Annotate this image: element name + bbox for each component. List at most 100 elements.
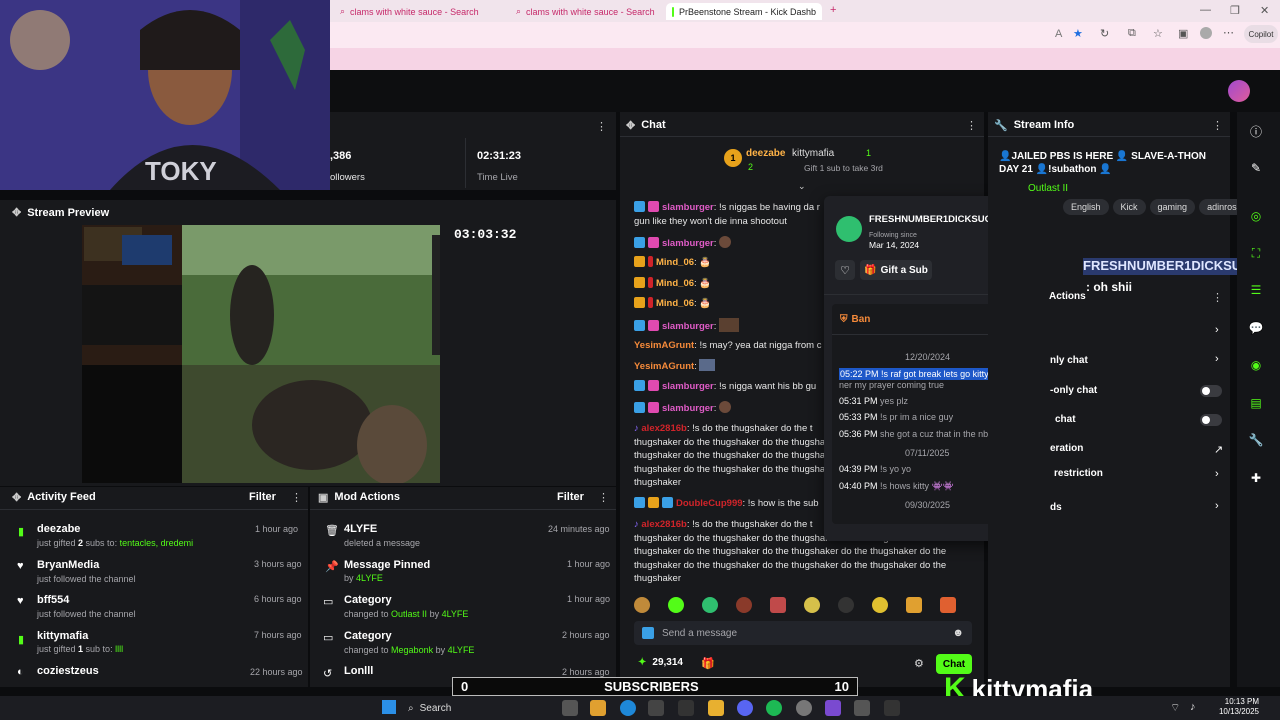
emote-icon[interactable] xyxy=(804,597,820,613)
close-window-button[interactable]: ✕ xyxy=(1260,4,1269,17)
restore-button[interactable]: ❐ xyxy=(1230,4,1240,17)
emote-icon[interactable] xyxy=(668,597,684,613)
zoom-icon[interactable]: ⛶ xyxy=(1243,240,1269,266)
start-button[interactable] xyxy=(382,700,396,714)
chevron-right-icon[interactable]: › xyxy=(1215,500,1219,512)
move-icon[interactable]: ✥ xyxy=(12,206,21,219)
new-tab-button[interactable]: + xyxy=(830,4,836,16)
activity-menu-icon[interactable]: ⋮ xyxy=(291,491,302,504)
collections-icon[interactable]: ▣ xyxy=(1178,27,1188,40)
channel-points[interactable]: ✦ 29,314 xyxy=(638,657,683,668)
list-icon[interactable]: ☰ xyxy=(1243,277,1269,303)
chat-input[interactable]: Send a message ☻ xyxy=(634,621,972,645)
split-screen-icon[interactable]: ⧉ xyxy=(1128,27,1136,40)
task-view-icon[interactable] xyxy=(562,700,578,716)
browser-tab[interactable]: ⌕ clams with white sauce - Search xyxy=(510,3,660,20)
apps-icon[interactable]: ✚ xyxy=(1243,465,1269,491)
mod-menu-icon[interactable]: ⋮ xyxy=(598,491,609,504)
activity-user[interactable]: bff554 xyxy=(37,594,69,606)
user-avatar[interactable] xyxy=(1228,80,1250,102)
activity-filter-button[interactable]: Filter xyxy=(249,491,276,503)
profile-avatar[interactable] xyxy=(1200,27,1212,39)
action-item[interactable]: ds xyxy=(1050,502,1062,513)
external-link-icon[interactable]: ↗ xyxy=(1214,443,1223,456)
actions-menu-icon[interactable]: ⋮ xyxy=(1212,291,1223,304)
spotify-icon[interactable] xyxy=(766,700,782,716)
toggle-off[interactable] xyxy=(1200,414,1222,426)
minimize-button[interactable]: — xyxy=(1200,4,1211,16)
copilot-button[interactable]: Copilot xyxy=(1244,25,1278,43)
follow-heart-button[interactable]: ♡ xyxy=(835,260,855,280)
edge-icon[interactable] xyxy=(620,700,636,716)
second-gifter-name[interactable]: kittymafia xyxy=(792,148,834,159)
gift-icon[interactable]: 🎁 xyxy=(701,657,715,670)
clock-time[interactable]: 10:13 PM xyxy=(1215,697,1259,706)
info-icon[interactable]: ⓘ xyxy=(1243,118,1269,144)
wrench-icon[interactable]: 🔧 xyxy=(1243,427,1269,453)
edit-icon[interactable]: ✎ xyxy=(1243,155,1269,181)
top-gifter-name[interactable]: deezabe xyxy=(746,148,785,159)
broadcast-icon[interactable]: ◉ xyxy=(1243,352,1269,378)
emote-icon[interactable] xyxy=(940,597,956,613)
move-icon[interactable]: ✥ xyxy=(12,491,21,504)
app-icon[interactable] xyxy=(590,700,606,716)
explorer-icon[interactable] xyxy=(708,700,724,716)
move-icon[interactable]: ▣ xyxy=(318,491,328,504)
browser-tab-active[interactable]: PrBeenstone Stream - Kick Dashb xyxy=(666,3,822,20)
action-item[interactable]: -only chat xyxy=(1050,385,1097,396)
emote-icon[interactable] xyxy=(770,597,786,613)
toggle-off[interactable] xyxy=(1200,385,1222,397)
action-item[interactable]: nly chat xyxy=(1050,355,1088,366)
clock-date[interactable]: 10/13/2025 xyxy=(1208,707,1259,716)
settings-gear-icon[interactable]: ⚙ xyxy=(914,657,924,670)
emote-icon[interactable] xyxy=(702,597,718,613)
favorites-icon[interactable]: ☆ xyxy=(1153,27,1163,40)
app-icon[interactable] xyxy=(884,700,900,716)
store-icon[interactable] xyxy=(648,700,664,716)
gift-sub-button[interactable]: 🎁 Gift a Sub xyxy=(860,260,932,280)
stream-video[interactable]: 03:03:32 xyxy=(82,225,516,485)
wrench-icon[interactable]: 🔧 xyxy=(994,119,1008,132)
activity-user[interactable]: deezabe xyxy=(37,523,80,535)
move-icon[interactable]: ✥ xyxy=(626,119,635,132)
app-icon[interactable] xyxy=(825,700,841,716)
browser-tab[interactable]: ⌕ clams with white sauce - Search xyxy=(334,3,506,20)
emote-icon[interactable] xyxy=(838,597,854,613)
tag[interactable]: gaming xyxy=(1149,199,1196,215)
wifi-icon[interactable]: ⌔ xyxy=(1170,701,1180,715)
stream-category[interactable]: Outlast II xyxy=(1028,183,1068,194)
action-item[interactable]: chat xyxy=(1055,414,1076,425)
chevron-right-icon[interactable]: › xyxy=(1215,353,1219,365)
mod-action-title[interactable]: 4LYFE xyxy=(344,523,377,535)
emote-icon[interactable] xyxy=(736,597,752,613)
discord-icon[interactable] xyxy=(737,700,753,716)
chevron-right-icon[interactable]: › xyxy=(1215,468,1219,480)
taskbar-search[interactable]: ⌕ Search xyxy=(408,699,508,717)
emote-icon[interactable] xyxy=(906,597,922,613)
volume-icon[interactable]: ♪ xyxy=(1190,701,1196,713)
action-item[interactable]: eration xyxy=(1050,443,1083,454)
mod-filter-button[interactable]: Filter xyxy=(557,491,584,503)
emote-icon[interactable] xyxy=(872,597,888,613)
chat-send-button[interactable]: Chat xyxy=(936,654,972,674)
app-icon[interactable] xyxy=(678,700,694,716)
tag[interactable]: Kick xyxy=(1112,199,1146,215)
chat-menu-icon[interactable]: ⋮ xyxy=(966,119,977,132)
activity-user[interactable]: coziestzeus xyxy=(37,665,99,677)
chevron-right-icon[interactable]: › xyxy=(1215,324,1219,336)
stream-info-menu-icon[interactable]: ⋮ xyxy=(1212,119,1223,132)
refresh-icon[interactable]: ↻ xyxy=(1100,27,1109,40)
queue-icon[interactable]: ▤ xyxy=(1243,390,1269,416)
app-icon[interactable] xyxy=(796,700,812,716)
emote-icon[interactable] xyxy=(634,597,650,613)
activity-user[interactable]: kittymafia xyxy=(37,630,88,642)
more-icon[interactable]: ⋯ xyxy=(1223,26,1234,39)
app-icon[interactable] xyxy=(854,700,870,716)
collapse-icon[interactable]: ⌄ xyxy=(798,181,806,192)
emoji-icon[interactable]: ☻ xyxy=(952,627,964,639)
camera-icon[interactable]: ◎ xyxy=(1243,203,1269,229)
activity-user[interactable]: BryanMedia xyxy=(37,559,99,571)
chat-bubble-icon[interactable]: 💬 xyxy=(1243,315,1269,341)
tag[interactable]: English xyxy=(1063,199,1109,215)
read-aloud-icon[interactable]: A xyxy=(1055,28,1062,40)
